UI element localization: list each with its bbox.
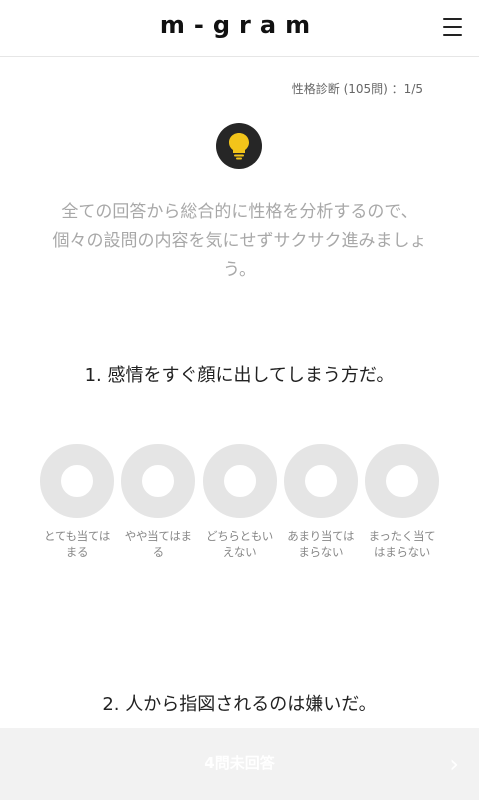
intro-line: 全ての回答から総合的に性格を分析するので、 [61,202,418,222]
choice-agree[interactable]: やや当てはま る [120,444,196,560]
radio-button[interactable] [365,444,439,518]
choice-label: あまり当ては まらない [287,529,355,559]
radio-button[interactable] [121,444,196,518]
choice-strongly-agree[interactable]: とても当ては まる [39,444,115,560]
logo[interactable]: m-gram [0,11,479,39]
hamburger-menu-icon[interactable] [443,18,462,36]
radio-button[interactable] [40,444,114,518]
choice-label: どちらともい えない [206,529,273,559]
choice-disagree[interactable]: あまり当ては まらない [283,444,359,560]
lightbulb-icon [216,123,262,169]
intro-text: 全ての回答から総合的に性格を分析するので、 個々の設問の内容を気にせずサクサク進… [30,198,449,285]
progress-indicator: 性格診断 (105問) ：1/5 [291,82,423,96]
intro-line: う。 [223,260,256,280]
choice-strongly-disagree[interactable]: まったく当て はまらない [364,444,440,560]
app: m-gram 性格診断 (105問) ：1/5 全ての回答から総合的に性格を分析… [0,0,479,800]
unanswered-count: 4問未回答 [204,754,275,772]
chevron-right-icon[interactable]: › [449,752,459,776]
intro-line: 個々の設問の内容を気にせずサクサク進みましょ [52,231,427,251]
radio-button[interactable] [283,444,358,518]
choice-label: まったく当て はまらない [368,529,436,559]
choice-neutral[interactable]: どちらともい えない [202,444,278,560]
header: m-gram [0,0,479,57]
radio-button[interactable] [202,444,277,518]
choice-label: とても当ては まる [43,529,111,559]
answer-choices: とても当ては まる やや当てはま る どちらともい えない あまり当ては まらな… [39,444,440,560]
question-title: 2. 人から指図されるのは嫌いだ。 [102,694,377,715]
choice-label: やや当てはま る [124,529,192,559]
bottom-status-bar[interactable]: 4問未回答 › [0,728,479,800]
question-title: 1. 感情をすぐ顔に出してしまう方だ。 [84,365,395,386]
